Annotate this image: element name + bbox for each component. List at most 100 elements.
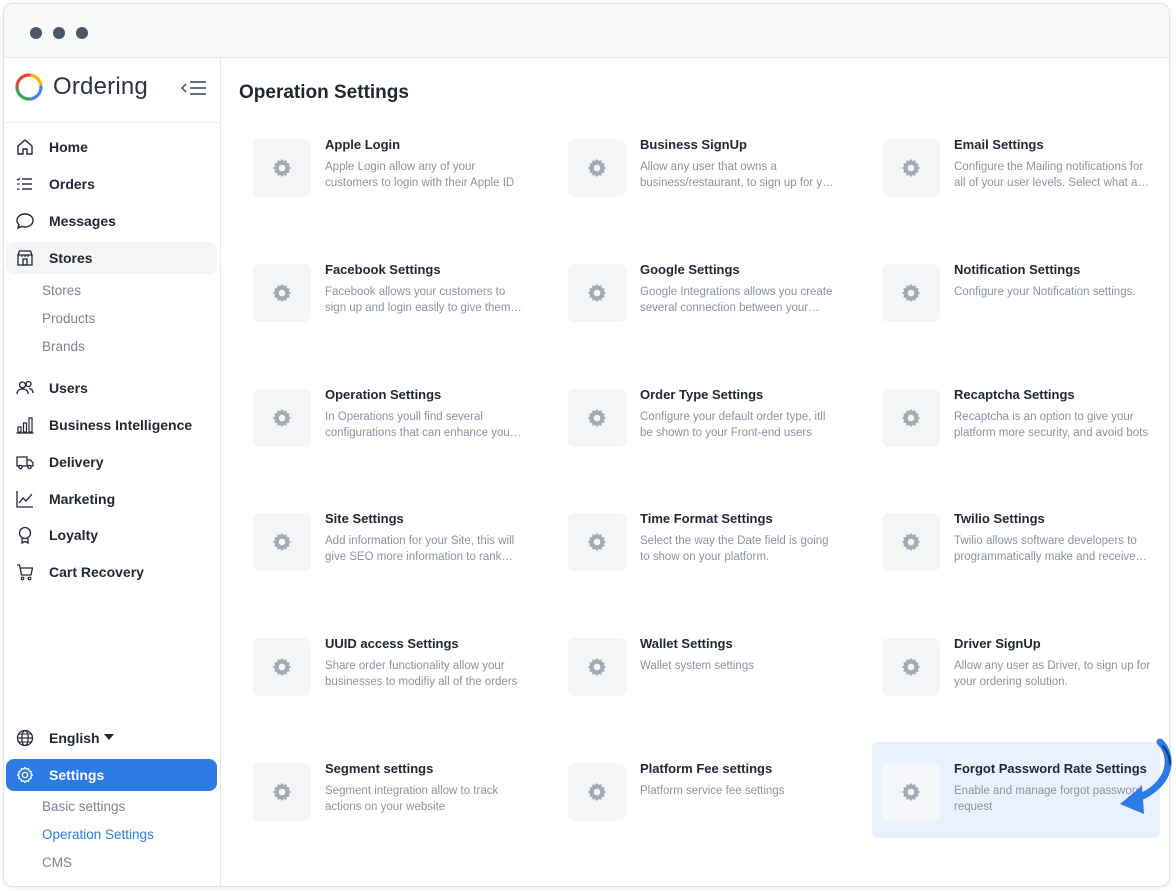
- window-maximize-dot[interactable]: [76, 27, 88, 39]
- window-titlebar: [4, 4, 1169, 58]
- brand-logo[interactable]: Ordering: [14, 70, 148, 104]
- settings-card-time-format-settings[interactable]: Time Format Settings Select the way the D…: [558, 492, 846, 588]
- settings-card-description: Apple Login allow any of your customers …: [325, 161, 515, 189]
- gear-icon: [882, 638, 940, 696]
- settings-card-title: Twilio Settings: [954, 511, 1045, 526]
- sidebar-item-label: Home: [49, 139, 88, 155]
- language-selector[interactable]: English: [6, 722, 217, 754]
- page-title: Operation Settings: [239, 82, 409, 103]
- settings-card-platform-fee-settings[interactable]: Platform Fee settings Platform service fe…: [558, 742, 846, 838]
- settings-card-recaptcha-settings[interactable]: Recaptcha Settings Recaptcha is an option…: [872, 368, 1160, 464]
- sidebar-item-loyalty[interactable]: Loyalty: [6, 519, 217, 551]
- window-minimize-dot[interactable]: [53, 27, 65, 39]
- sidebar-subitem-brands[interactable]: Brands: [42, 339, 85, 354]
- settings-card-description: Recaptcha is an option to give your plat…: [954, 411, 1149, 439]
- gear-icon: [16, 766, 34, 784]
- sidebar-item-business-intelligence[interactable]: Business Intelligence: [6, 409, 217, 441]
- window-close-dot[interactable]: [30, 27, 42, 39]
- sidebar-item-messages[interactable]: Messages: [6, 205, 217, 237]
- settings-card-title: Facebook Settings: [325, 262, 441, 277]
- app-name: Ordering: [53, 73, 148, 100]
- settings-card-title: Apple Login: [325, 137, 401, 152]
- sidebar-item-label: Settings: [49, 767, 105, 783]
- chevron-down-icon: [104, 734, 114, 740]
- gear-icon: [253, 264, 311, 322]
- sidebar-subitem-products[interactable]: Products: [42, 311, 95, 326]
- settings-card-title: Order Type Settings: [640, 387, 764, 402]
- settings-card-driver-signup[interactable]: Driver SignUp Allow any user as Driver, t…: [872, 617, 1160, 713]
- ordering-logo-icon: [15, 73, 43, 101]
- gear-icon: [882, 389, 940, 447]
- settings-card-order-type-settings[interactable]: Order Type Settings Configure your defaul…: [558, 368, 846, 464]
- settings-card-twilio-settings[interactable]: Twilio Settings Twilio allows software de…: [872, 492, 1160, 588]
- settings-card-description: Platform service fee settings: [640, 785, 785, 797]
- settings-card-description: Add information for your Site, this will…: [325, 535, 515, 563]
- gear-icon: [882, 763, 940, 821]
- settings-card-business-signup[interactable]: Business SignUp Allow any user that owns …: [558, 118, 846, 214]
- settings-card-title: Notification Settings: [954, 262, 1081, 277]
- gear-icon: [568, 389, 626, 447]
- settings-card-title: Email Settings: [954, 137, 1044, 152]
- settings-card-title: Recaptcha Settings: [954, 387, 1075, 402]
- settings-card-title: Platform Fee settings: [640, 761, 773, 776]
- settings-card-description: Allow any user as Driver, to sign up for…: [954, 660, 1151, 688]
- settings-card-uuid-access-settings[interactable]: UUID access Settings Share order function…: [243, 617, 531, 713]
- gear-icon: [253, 513, 311, 571]
- award-icon: [18, 526, 32, 544]
- sidebar-item-marketing[interactable]: Marketing: [6, 483, 217, 515]
- sidebar-item-label: Stores: [49, 250, 93, 266]
- settings-card-title: UUID access Settings: [325, 636, 459, 651]
- settings-card-description: Segment integration allow to track actio…: [325, 785, 499, 813]
- settings-card-description: Allow any user that owns a business/rest…: [640, 161, 839, 189]
- sidebar-item-label: Users: [49, 380, 88, 396]
- gear-icon: [568, 513, 626, 571]
- settings-card-segment-settings[interactable]: Segment settings Segment integration allo…: [243, 742, 531, 838]
- sidebar-subitem-basic-settings[interactable]: Basic settings: [42, 799, 125, 814]
- sidebar-item-label: Loyalty: [49, 527, 99, 543]
- sidebar: Ordering Home Orders Messages Stores Sto…: [4, 58, 221, 886]
- settings-card-wallet-settings[interactable]: Wallet Settings Wallet system settings: [558, 617, 846, 713]
- sidebar-item-orders[interactable]: Orders: [6, 168, 217, 200]
- settings-card-description: In Operations youll find several configu…: [325, 411, 514, 439]
- settings-card-description: Select the way the Date field is going t…: [640, 535, 829, 563]
- settings-card-title: Time Format Settings: [640, 511, 773, 526]
- sidebar-item-delivery[interactable]: Delivery: [6, 446, 217, 478]
- settings-card-operation-settings[interactable]: Operation Settings In Operations youll fi…: [243, 368, 531, 464]
- settings-card-title: Business SignUp: [640, 137, 747, 152]
- gear-icon: [568, 638, 626, 696]
- sidebar-item-cart-recovery[interactable]: Cart Recovery: [6, 556, 217, 588]
- sidebar-subitem-cms[interactable]: CMS: [42, 855, 72, 870]
- settings-card-description: Configure your Notification settings.: [954, 286, 1136, 298]
- sidebar-item-stores[interactable]: Stores: [6, 242, 217, 274]
- settings-card-title: Segment settings: [325, 761, 434, 776]
- settings-card-description: Configure your default order type, itll …: [640, 411, 826, 439]
- sidebar-item-label: Messages: [49, 213, 116, 229]
- sidebar-item-label: Marketing: [49, 491, 116, 507]
- gear-icon: [253, 389, 311, 447]
- settings-card-facebook-settings[interactable]: Facebook Settings Facebook allows your cu…: [243, 243, 531, 339]
- settings-card-description: Configure the Mailing notifications for …: [954, 161, 1151, 189]
- sidebar-item-settings[interactable]: Settings: [6, 759, 217, 791]
- app-window: Ordering Home Orders Messages Stores Sto…: [3, 3, 1170, 887]
- settings-card-google-settings[interactable]: Google Settings Google Integrations allow…: [558, 243, 846, 339]
- sidebar-subitem-operation-settings[interactable]: Operation Settings: [42, 827, 154, 842]
- sidebar-item-home[interactable]: Home: [6, 131, 217, 163]
- gear-icon: [568, 763, 626, 821]
- sidebar-subitem-stores[interactable]: Stores: [42, 283, 81, 298]
- truck-icon: [16, 456, 34, 470]
- settings-card-notification-settings[interactable]: Notification Settings Configure your Noti…: [872, 243, 1160, 339]
- collapse-sidebar-button[interactable]: [180, 78, 208, 98]
- settings-card-apple-login[interactable]: Apple Login Apple Login allow any of your…: [243, 118, 531, 214]
- settings-card-email-settings[interactable]: Email Settings Configure the Mailing noti…: [872, 118, 1160, 214]
- settings-card-site-settings[interactable]: Site Settings Add information for your Si…: [243, 492, 531, 588]
- sidebar-item-label: Cart Recovery: [49, 564, 144, 580]
- gear-icon: [882, 264, 940, 322]
- settings-card-title: Operation Settings: [325, 387, 442, 402]
- settings-card-title: Site Settings: [325, 511, 404, 526]
- settings-card-title: Google Settings: [640, 262, 740, 277]
- gear-icon: [253, 139, 311, 197]
- list-icon: [16, 177, 32, 190]
- chat-icon: [16, 213, 34, 230]
- gear-icon: [882, 139, 940, 197]
- sidebar-item-users[interactable]: Users: [6, 372, 217, 404]
